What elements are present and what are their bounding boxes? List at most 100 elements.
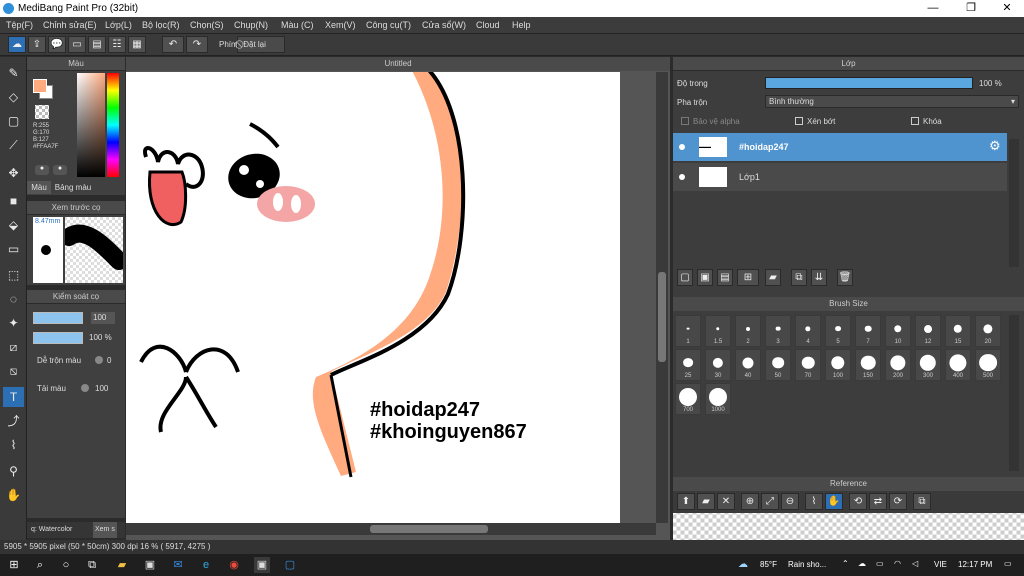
clipping-checkbox[interactable] [795, 117, 803, 125]
operation-tool-icon[interactable]: ⤴ [3, 411, 24, 431]
bucket-tool-icon[interactable]: ⬙ [3, 215, 24, 235]
volume-icon[interactable]: ◁ [912, 559, 918, 568]
maximize-button[interactable]: ❐ [956, 0, 986, 17]
merge-down-icon[interactable]: ⇊ [811, 269, 827, 286]
text-tool-icon[interactable]: T [3, 387, 24, 407]
tab-color[interactable]: Màu [27, 181, 51, 194]
menu-select[interactable]: Chọn(S) [190, 20, 224, 30]
visibility-icon[interactable] [679, 174, 685, 180]
windows-start-icon[interactable]: ⊞ [6, 557, 22, 573]
grid-icon[interactable]: ▦ [128, 36, 146, 53]
dropper-tool-icon[interactable]: ⌇ [3, 435, 24, 455]
brush-size-option[interactable]: 2 [735, 315, 761, 347]
folder-icon[interactable]: ▰ [765, 269, 781, 286]
file-explorer-icon[interactable]: ▰ [114, 557, 130, 573]
shape-tool-icon[interactable]: ▢ [3, 111, 24, 131]
battery-icon[interactable]: ▭ [876, 559, 884, 568]
brush-size-option[interactable]: 300 [915, 349, 941, 381]
language-indicator[interactable]: VIE [934, 560, 947, 569]
menu-help[interactable]: Help [512, 20, 531, 30]
gear-icon[interactable]: ⚙ [989, 138, 1001, 154]
vertical-scrollbar[interactable] [656, 72, 668, 523]
notification-icon[interactable]: ▭ [1004, 559, 1012, 568]
search-icon[interactable]: ⌕ [32, 557, 48, 573]
weather-icon[interactable]: ☁ [738, 559, 748, 570]
brush-size-option[interactable]: 500 [975, 349, 1001, 381]
store-icon[interactable]: ▣ [142, 557, 158, 573]
color-wheel-icon[interactable]: ● [35, 165, 49, 175]
drawing-canvas[interactable]: #hoidap247 #khoinguyen867 [126, 72, 620, 523]
brush-size-option[interactable]: 1000 [705, 383, 731, 415]
add-layer-menu-icon[interactable]: ⊞ [737, 269, 759, 286]
brush-size-option[interactable]: 40 [735, 349, 761, 381]
duplicate-icon[interactable]: ⧉ [791, 269, 807, 286]
new-1bit-layer-icon[interactable]: ▤ [717, 269, 733, 286]
brush-size-option[interactable]: 200 [885, 349, 911, 381]
share-icon[interactable]: ⇪ [28, 36, 46, 53]
brush-size-option[interactable]: 20 [975, 315, 1001, 347]
grid-list-icon[interactable]: ☷ [108, 36, 126, 53]
blend-knob[interactable] [95, 356, 103, 364]
wifi-icon[interactable]: ◠ [894, 559, 901, 568]
menu-cloud[interactable]: Cloud [476, 20, 500, 30]
task-view-icon[interactable]: ⧉ [84, 557, 100, 573]
undo-icon[interactable]: ↶ [162, 36, 184, 53]
lock-checkbox[interactable] [911, 117, 919, 125]
select-rect-icon[interactable]: ⬚ [3, 265, 24, 285]
new-halftone-layer-icon[interactable]: ▣ [697, 269, 713, 286]
reference-canvas[interactable] [673, 513, 1024, 540]
line-tool-icon[interactable]: ⟋ [3, 135, 24, 155]
menu-color[interactable]: Màu (C) [281, 20, 314, 30]
brush-size-option[interactable]: 3 [765, 315, 791, 347]
edge-icon[interactable]: e [198, 557, 214, 573]
fit-icon[interactable]: ⤢ [761, 493, 779, 510]
brush-size-option[interactable]: 150 [855, 349, 881, 381]
menu-edit[interactable]: Chỉnh sửa(E) [43, 20, 97, 30]
layers-scrollbar[interactable] [1009, 139, 1019, 267]
network-icon[interactable]: ☁ [858, 559, 866, 568]
flip-icon[interactable]: ⇄ [869, 493, 887, 510]
brush-size-option[interactable]: 30 [705, 349, 731, 381]
menu-view[interactable]: Xem(V) [325, 20, 356, 30]
blend-mode-select[interactable]: Bình thường ▾ [765, 95, 1019, 108]
tab-palette[interactable]: Bảng màu [53, 181, 93, 194]
select-pen-icon[interactable]: ⧄ [3, 337, 24, 357]
close-button[interactable]: ✕ [992, 0, 1022, 17]
layer-row-selected[interactable]: ▬▬▬ #hoidap247 ⚙ [673, 133, 1007, 161]
magic-wand-icon[interactable]: ✦ [3, 313, 24, 333]
brush-size-option[interactable]: 50 [765, 349, 791, 381]
gradient-tool-icon[interactable]: ▭ [3, 239, 24, 259]
eraser-tool-icon[interactable]: ◇ [3, 87, 24, 107]
tab-watercolor[interactable]: q: Watercolor [31, 522, 72, 538]
cloud-icon[interactable]: ☁ [8, 36, 26, 53]
brush-size-option[interactable]: 1 [675, 315, 701, 347]
minimize-button[interactable]: — [918, 0, 948, 17]
redo-icon[interactable]: ↷ [186, 36, 208, 53]
select-eraser-icon[interactable]: ⧅ [3, 361, 24, 381]
brush-size-option[interactable]: 100 [825, 349, 851, 381]
menu-layer[interactable]: Lớp(L) [105, 20, 132, 30]
layer-opacity-slider[interactable] [765, 77, 973, 89]
tab-xem[interactable]: Xem s [93, 522, 117, 538]
saturation-value-picker[interactable] [77, 73, 105, 177]
rotate-right-icon[interactable]: ⟳ [889, 493, 907, 510]
mail-icon[interactable]: ✉ [170, 557, 186, 573]
brush-size-scrollbar[interactable] [1009, 315, 1019, 471]
close-icon[interactable]: ✕ [717, 493, 735, 510]
brush-size-option[interactable]: 15 [945, 315, 971, 347]
hand-icon[interactable]: ✋ [825, 493, 843, 510]
zoom-in-icon[interactable]: ⊕ [741, 493, 759, 510]
brush-size-option[interactable]: 400 [945, 349, 971, 381]
chrome-icon[interactable]: ◉ [226, 557, 242, 573]
brush-size-option[interactable]: 7 [855, 315, 881, 347]
horizontal-scroll-thumb[interactable] [370, 525, 488, 533]
comment-icon[interactable]: 💬 [48, 36, 66, 53]
lasso-icon[interactable]: ◌ [3, 289, 24, 309]
menu-filter[interactable]: Bộ lọc(R) [142, 20, 180, 30]
medibang-taskbar-icon[interactable]: ▣ [254, 557, 270, 573]
import-icon[interactable]: ⬆ [677, 493, 695, 510]
menu-file[interactable]: Tệp(F) [6, 20, 33, 30]
brush-size-option[interactable]: 1.5 [705, 315, 731, 347]
brush-size-value[interactable]: 100 [91, 312, 115, 324]
menu-window[interactable]: Cửa sổ(W) [422, 20, 466, 30]
